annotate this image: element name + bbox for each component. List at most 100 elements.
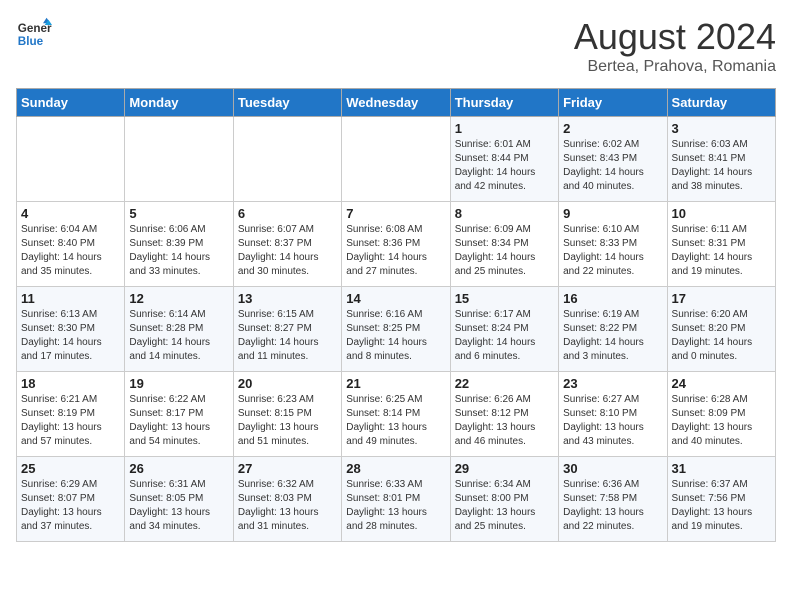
day-info: Sunrise: 6:21 AM Sunset: 8:19 PM Dayligh…: [21, 393, 120, 449]
day-info: Sunrise: 6:32 AM Sunset: 8:03 PM Dayligh…: [238, 478, 337, 534]
weekday-header-friday: Friday: [559, 89, 667, 117]
day-cell-5: 5 Sunrise: 6:06 AM Sunset: 8:39 PM Daylig…: [125, 202, 233, 287]
day-cell-23: 23Sunrise: 6:27 AM Sunset: 8:10 PM Dayli…: [559, 372, 667, 457]
day-info: Sunrise: 6:11 AM Sunset: 8:31 PM Dayligh…: [672, 223, 771, 279]
day-number: 31: [672, 461, 771, 476]
day-number: 30: [563, 461, 662, 476]
day-cell-27: 27 Sunrise: 6:32 AM Sunset: 8:03 PM Dayli…: [233, 457, 341, 542]
day-info: Sunrise: 6:08 AM Sunset: 8:36 PM Dayligh…: [346, 223, 445, 279]
day-info: Sunrise: 6:07 AM Sunset: 8:37 PM Dayligh…: [238, 223, 337, 279]
day-number: 9: [563, 206, 662, 221]
calendar-table: SundayMondayTuesdayWednesdayThursdayFrid…: [16, 88, 776, 542]
day-info: Sunrise: 6:15 AM Sunset: 8:27 PM Dayligh…: [238, 308, 337, 364]
day-number: 15: [455, 291, 554, 306]
weekday-header-sunday: Sunday: [17, 89, 125, 117]
day-cell-10: 10 Sunrise: 6:11 AM Sunset: 8:31 PM Dayli…: [667, 202, 775, 287]
day-number: 17: [672, 291, 771, 306]
day-cell-17: 17 Sunrise: 6:20 AM Sunset: 8:20 PM Dayli…: [667, 287, 775, 372]
weekday-header-saturday: Saturday: [667, 89, 775, 117]
day-cell-7: 7 Sunrise: 6:08 AM Sunset: 8:36 PM Daylig…: [342, 202, 450, 287]
weekday-header-tuesday: Tuesday: [233, 89, 341, 117]
day-info: Sunrise: 6:19 AM Sunset: 8:22 PM Dayligh…: [563, 308, 662, 364]
day-info: Sunrise: 6:16 AM Sunset: 8:25 PM Dayligh…: [346, 308, 445, 364]
day-number: 26: [129, 461, 228, 476]
day-cell-28: 28Sunrise: 6:33 AM Sunset: 8:01 PM Dayli…: [342, 457, 450, 542]
day-info: Sunrise: 6:23 AM Sunset: 8:15 PM Dayligh…: [238, 393, 337, 449]
day-cell-24: 24 Sunrise: 6:28 AM Sunset: 8:09 PM Dayli…: [667, 372, 775, 457]
empty-cell: [342, 117, 450, 202]
page-header: General Blue August 2024 Bertea, Prahova…: [16, 16, 776, 76]
day-number: 13: [238, 291, 337, 306]
day-info: Sunrise: 6:34 AM Sunset: 8:00 PM Dayligh…: [455, 478, 554, 534]
day-info: Sunrise: 6:31 AM Sunset: 8:05 PM Dayligh…: [129, 478, 228, 534]
day-number: 8: [455, 206, 554, 221]
day-info: Sunrise: 6:03 AM Sunset: 8:41 PM Dayligh…: [672, 138, 771, 194]
day-number: 19: [129, 376, 228, 391]
day-info: Sunrise: 6:10 AM Sunset: 8:33 PM Dayligh…: [563, 223, 662, 279]
day-info: Sunrise: 6:20 AM Sunset: 8:20 PM Dayligh…: [672, 308, 771, 364]
day-info: Sunrise: 6:26 AM Sunset: 8:12 PM Dayligh…: [455, 393, 554, 449]
day-cell-30: 30 Sunrise: 6:36 AM Sunset: 7:58 PM Dayli…: [559, 457, 667, 542]
day-number: 18: [21, 376, 120, 391]
day-info: Sunrise: 6:27 AM Sunset: 8:10 PM Dayligh…: [563, 393, 662, 449]
day-cell-13: 13 Sunrise: 6:15 AM Sunset: 8:27 PM Dayli…: [233, 287, 341, 372]
day-cell-6: 6 Sunrise: 6:07 AM Sunset: 8:37 PM Daylig…: [233, 202, 341, 287]
day-info: Sunrise: 6:06 AM Sunset: 8:39 PM Dayligh…: [129, 223, 228, 279]
day-cell-12: 12Sunrise: 6:14 AM Sunset: 8:28 PM Dayli…: [125, 287, 233, 372]
day-cell-26: 26 Sunrise: 6:31 AM Sunset: 8:05 PM Dayli…: [125, 457, 233, 542]
day-number: 5: [129, 206, 228, 221]
day-number: 6: [238, 206, 337, 221]
day-info: Sunrise: 6:04 AM Sunset: 8:40 PM Dayligh…: [21, 223, 120, 279]
day-info: Sunrise: 6:33 AM Sunset: 8:01 PM Dayligh…: [346, 478, 445, 534]
logo-icon: General Blue: [16, 16, 52, 52]
empty-cell: [125, 117, 233, 202]
day-number: 24: [672, 376, 771, 391]
day-number: 14: [346, 291, 445, 306]
day-cell-2: 2Sunrise: 6:02 AM Sunset: 8:43 PM Daylig…: [559, 117, 667, 202]
week-row-3: 11 Sunrise: 6:13 AM Sunset: 8:30 PM Dayli…: [17, 287, 776, 372]
day-number: 10: [672, 206, 771, 221]
day-info: Sunrise: 6:22 AM Sunset: 8:17 PM Dayligh…: [129, 393, 228, 449]
day-cell-1: 1Sunrise: 6:01 AM Sunset: 8:44 PM Daylig…: [450, 117, 558, 202]
day-cell-9: 9 Sunrise: 6:10 AM Sunset: 8:33 PM Daylig…: [559, 202, 667, 287]
day-info: Sunrise: 6:14 AM Sunset: 8:28 PM Dayligh…: [129, 308, 228, 364]
day-number: 25: [21, 461, 120, 476]
day-cell-4: 4 Sunrise: 6:04 AM Sunset: 8:40 PM Daylig…: [17, 202, 125, 287]
day-info: Sunrise: 6:29 AM Sunset: 8:07 PM Dayligh…: [21, 478, 120, 534]
day-cell-21: 21Sunrise: 6:25 AM Sunset: 8:14 PM Dayli…: [342, 372, 450, 457]
week-row-4: 18 Sunrise: 6:21 AM Sunset: 8:19 PM Dayli…: [17, 372, 776, 457]
logo: General Blue: [16, 16, 52, 52]
day-cell-14: 14 Sunrise: 6:16 AM Sunset: 8:25 PM Dayli…: [342, 287, 450, 372]
week-row-1: 1Sunrise: 6:01 AM Sunset: 8:44 PM Daylig…: [17, 117, 776, 202]
day-cell-15: 15Sunrise: 6:17 AM Sunset: 8:24 PM Dayli…: [450, 287, 558, 372]
day-number: 29: [455, 461, 554, 476]
day-cell-20: 20Sunrise: 6:23 AM Sunset: 8:15 PM Dayli…: [233, 372, 341, 457]
day-number: 2: [563, 121, 662, 136]
day-info: Sunrise: 6:01 AM Sunset: 8:44 PM Dayligh…: [455, 138, 554, 194]
day-cell-8: 8 Sunrise: 6:09 AM Sunset: 8:34 PM Daylig…: [450, 202, 558, 287]
day-info: Sunrise: 6:13 AM Sunset: 8:30 PM Dayligh…: [21, 308, 120, 364]
day-cell-11: 11 Sunrise: 6:13 AM Sunset: 8:30 PM Dayli…: [17, 287, 125, 372]
day-cell-31: 31 Sunrise: 6:37 AM Sunset: 7:56 PM Dayli…: [667, 457, 775, 542]
day-info: Sunrise: 6:37 AM Sunset: 7:56 PM Dayligh…: [672, 478, 771, 534]
day-number: 11: [21, 291, 120, 306]
day-number: 4: [21, 206, 120, 221]
day-cell-25: 25 Sunrise: 6:29 AM Sunset: 8:07 PM Dayli…: [17, 457, 125, 542]
day-cell-3: 3 Sunrise: 6:03 AM Sunset: 8:41 PM Daylig…: [667, 117, 775, 202]
day-cell-18: 18 Sunrise: 6:21 AM Sunset: 8:19 PM Dayli…: [17, 372, 125, 457]
day-cell-16: 16Sunrise: 6:19 AM Sunset: 8:22 PM Dayli…: [559, 287, 667, 372]
day-cell-22: 22 Sunrise: 6:26 AM Sunset: 8:12 PM Dayli…: [450, 372, 558, 457]
day-info: Sunrise: 6:09 AM Sunset: 8:34 PM Dayligh…: [455, 223, 554, 279]
weekday-header-wednesday: Wednesday: [342, 89, 450, 117]
weekday-header-thursday: Thursday: [450, 89, 558, 117]
month-title: August 2024: [574, 16, 776, 58]
day-number: 27: [238, 461, 337, 476]
week-row-5: 25 Sunrise: 6:29 AM Sunset: 8:07 PM Dayli…: [17, 457, 776, 542]
day-info: Sunrise: 6:36 AM Sunset: 7:58 PM Dayligh…: [563, 478, 662, 534]
day-number: 3: [672, 121, 771, 136]
day-number: 22: [455, 376, 554, 391]
title-block: August 2024 Bertea, Prahova, Romania: [574, 16, 776, 76]
day-number: 7: [346, 206, 445, 221]
day-info: Sunrise: 6:28 AM Sunset: 8:09 PM Dayligh…: [672, 393, 771, 449]
empty-cell: [17, 117, 125, 202]
